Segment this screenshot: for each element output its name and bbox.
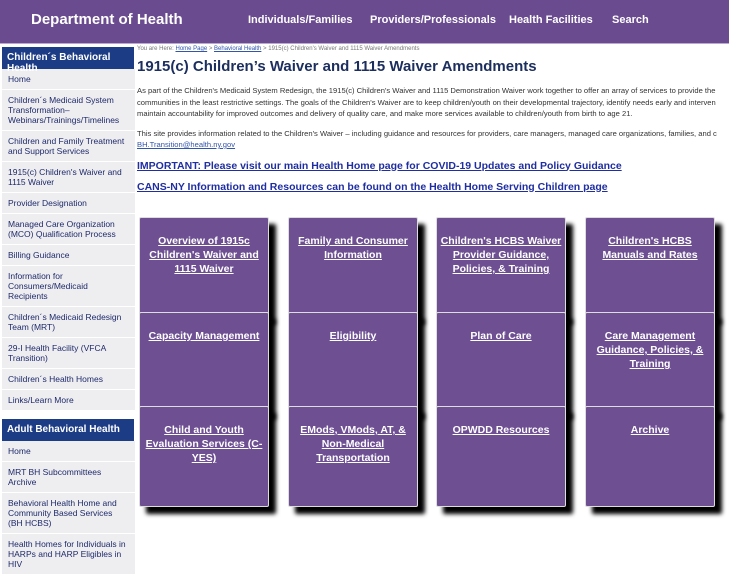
main-content: You are Here: Home Page > Behavioral Hea… <box>137 46 739 507</box>
nav-search[interactable]: Search <box>612 14 649 26</box>
breadcrumb-separator: > <box>207 46 215 52</box>
intro-line: maintain accountability for improved out… <box>137 109 633 118</box>
tile-label: Child and Youth Evaluation Services (C-Y… <box>145 424 263 464</box>
tile-care-management[interactable]: Care Management Guidance, Policies, & Tr… <box>585 312 715 413</box>
breadcrumb: You are Here: Home Page > Behavioral Hea… <box>137 46 739 52</box>
sidebar-item[interactable]: Children and Family Treatment and Suppor… <box>2 131 135 162</box>
intro-line: As part of the Children's Medicaid Syste… <box>137 86 716 95</box>
intro-line: communities in the least restrictive set… <box>137 97 716 107</box>
intro-paragraph: As part of the Children's Medicaid Syste… <box>137 85 731 120</box>
site-logo[interactable]: Department of Health <box>31 11 183 28</box>
sidebar-item[interactable]: Billing Guidance <box>2 245 135 266</box>
page-title: 1915(c) Children’s Waiver and 1115 Waive… <box>137 58 537 75</box>
tile-manuals-rates[interactable]: Children's HCBS Manuals and Rates <box>585 217 715 318</box>
sidebar-item[interactable]: Behavioral Health Home and Community Bas… <box>2 493 135 534</box>
breadcrumb-prefix: You are Here: <box>137 46 176 52</box>
tile-family-consumer[interactable]: Family and Consumer Information <box>288 217 418 318</box>
tile-label: Plan of Care <box>470 330 532 342</box>
sidebar-heading-adult[interactable]: Adult Behavioral Health <box>2 419 134 441</box>
tile-label: EMods, VMods, AT, & Non-Medical Transpor… <box>300 424 406 464</box>
tile-label: Overview of 1915c Children's Waiver and … <box>149 235 259 275</box>
tile-label: OPWDD Resources <box>452 424 550 436</box>
sidebar-item[interactable]: 29-I Health Facility (VFCA Transition) <box>2 338 135 369</box>
site-header: Department of Health Individuals/Familie… <box>0 0 729 44</box>
tile-label: Capacity Management <box>148 330 260 342</box>
sidebar-item[interactable]: Information for Consumers/Medicaid Recip… <box>2 266 135 307</box>
sidebar-item[interactable]: Health Homes for Individuals in HARPs an… <box>2 534 135 575</box>
tile-capacity-management[interactable]: Capacity Management <box>139 312 269 413</box>
tile-archive[interactable]: Archive <box>585 406 715 507</box>
email-link[interactable]: BH.Transition@health.ny.gov <box>137 140 235 149</box>
sidebar-item[interactable]: Children´s Health Homes <box>2 369 135 390</box>
breadcrumb-home[interactable]: Home Page <box>175 46 207 52</box>
info-paragraph: This site provides information related t… <box>137 128 731 151</box>
sidebar-heading-childrens[interactable]: Children´s Behavioral Health <box>2 47 134 74</box>
breadcrumb-section[interactable]: Behavioral Health <box>214 46 261 52</box>
nav-health-facilities[interactable]: Health Facilities <box>509 14 593 26</box>
sidebar-item[interactable]: Links/Learn More <box>2 390 135 411</box>
info-line: This site provides information related t… <box>137 128 717 138</box>
sidebar-item-active[interactable]: 1915(c) Children's Waiver and 1115 Waive… <box>2 162 135 193</box>
tile-c-yes[interactable]: Child and Youth Evaluation Services (C-Y… <box>139 406 269 507</box>
tile-label: Children's HCBS Manuals and Rates <box>602 235 698 261</box>
tile-label: Eligibility <box>329 330 377 342</box>
tile-opwdd-resources[interactable]: OPWDD Resources <box>436 406 566 507</box>
covid-notice-link[interactable]: IMPORTANT: Please visit our main Health … <box>137 160 739 172</box>
cans-ny-link[interactable]: CANS-NY Information and Resources can be… <box>137 181 739 193</box>
tile-label: Children's HCBS Waiver Provider Guidance… <box>440 235 562 275</box>
tile-label: Archive <box>630 424 670 436</box>
sidebar-item[interactable]: MRT BH Subcommittees Archive <box>2 462 135 493</box>
tile-plan-of-care[interactable]: Plan of Care <box>436 312 566 413</box>
sidebar: Children´s Behavioral Health Home Childr… <box>0 47 135 575</box>
tile-label: Care Management Guidance, Policies, & Tr… <box>596 330 704 370</box>
tile-emods-vmods[interactable]: EMods, VMods, AT, & Non-Medical Transpor… <box>288 406 418 507</box>
sidebar-item[interactable]: Home <box>2 441 135 462</box>
breadcrumb-current: 1915(c) Children's Waiver and 1115 Waive… <box>268 46 420 52</box>
sidebar-item[interactable]: Provider Designation <box>2 193 135 214</box>
nav-providers-professionals[interactable]: Providers/Professionals <box>370 14 496 26</box>
tile-overview[interactable]: Overview of 1915c Children's Waiver and … <box>139 217 269 318</box>
tile-provider-guidance[interactable]: Children's HCBS Waiver Provider Guidance… <box>436 217 566 318</box>
sidebar-item[interactable]: Children´s Medicaid System Transformatio… <box>2 90 135 131</box>
tile-eligibility[interactable]: Eligibility <box>288 312 418 413</box>
nav-individuals-families[interactable]: Individuals/Families <box>248 14 353 26</box>
sidebar-item[interactable]: Managed Care Organization (MCO) Qualific… <box>2 214 135 245</box>
sidebar-item[interactable]: Children´s Medicaid Redesign Team (MRT) <box>2 307 135 338</box>
tile-label: Family and Consumer Information <box>298 235 408 261</box>
